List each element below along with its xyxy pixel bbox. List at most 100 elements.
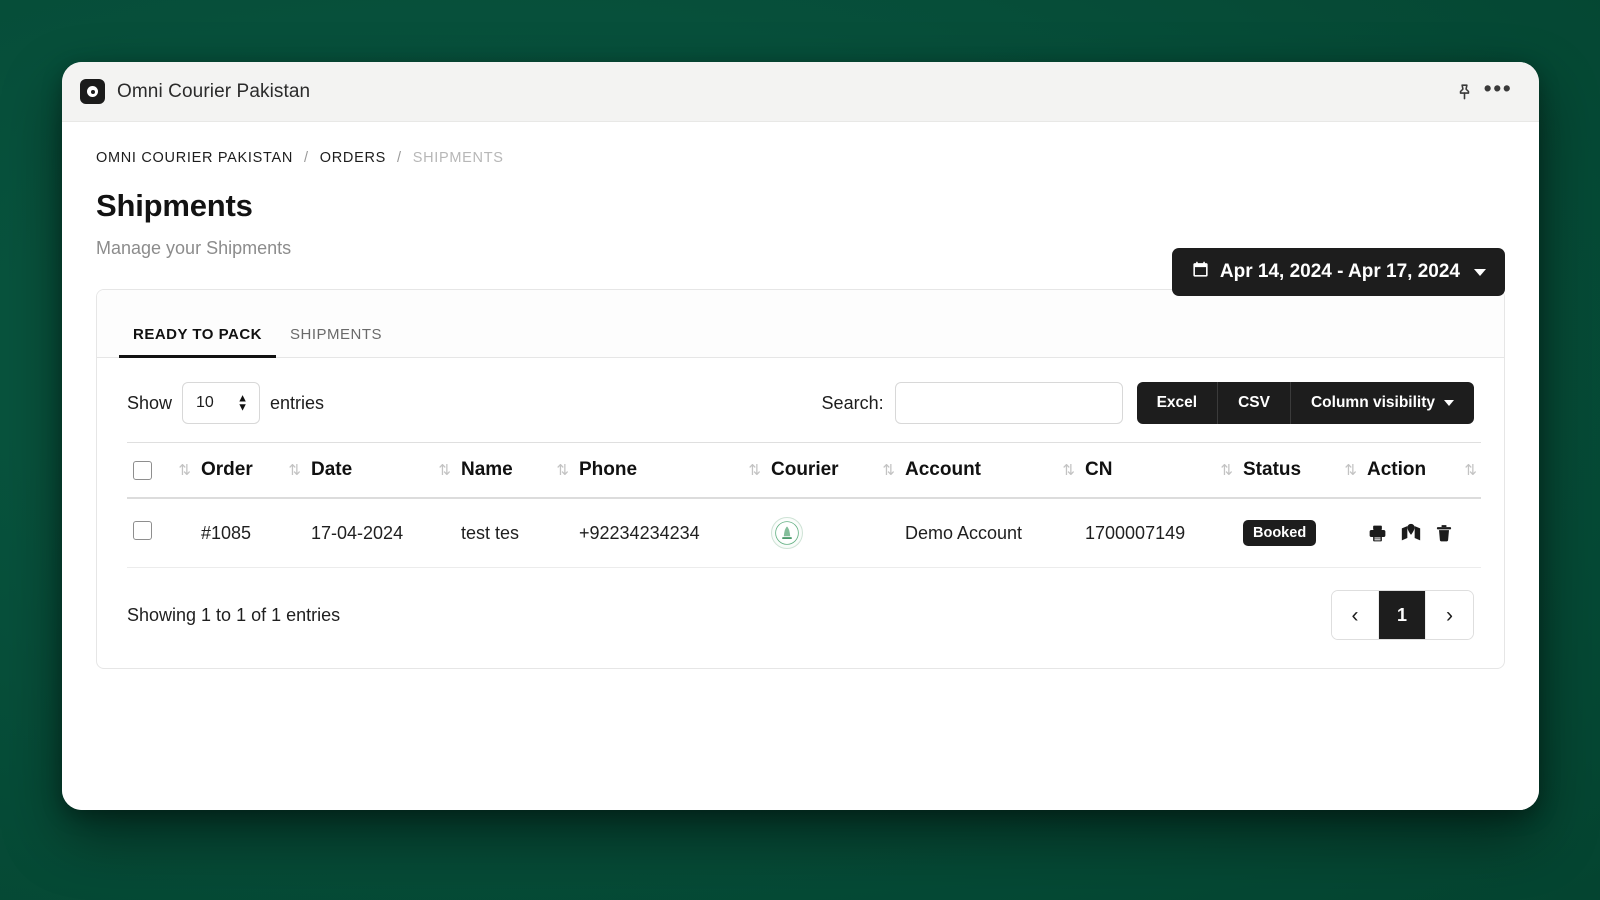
col-status[interactable]: Status ⇅ bbox=[1237, 443, 1361, 499]
status-badge: Booked bbox=[1243, 520, 1316, 546]
shipments-card: READY TO PACK SHIPMENTS Show 10 ▲▼ entri… bbox=[96, 289, 1505, 669]
sort-icon[interactable]: ⇅ bbox=[556, 461, 567, 479]
breadcrumb-separator: / bbox=[304, 150, 309, 166]
table-controls: Show 10 ▲▼ entries Search: bbox=[127, 382, 1474, 424]
col-status-label: Status bbox=[1243, 459, 1301, 481]
cell-courier bbox=[765, 498, 899, 568]
courier-logo-icon bbox=[771, 517, 803, 549]
print-icon[interactable] bbox=[1367, 523, 1388, 544]
csv-export-label: CSV bbox=[1238, 394, 1270, 412]
table-header-row: ⇅ Order ⇅ Date bbox=[127, 443, 1481, 499]
table-footer: Showing 1 to 1 of 1 entries ‹ 1 › bbox=[127, 590, 1474, 640]
pagination-prev-button[interactable]: ‹ bbox=[1332, 591, 1379, 639]
cell-name: test tes bbox=[455, 498, 573, 568]
stepper-icon: ▲▼ bbox=[237, 395, 248, 410]
csv-export-button[interactable]: CSV bbox=[1218, 382, 1291, 424]
delete-icon[interactable] bbox=[1434, 523, 1454, 543]
search-input[interactable] bbox=[895, 382, 1123, 424]
table-head: ⇅ Order ⇅ Date bbox=[127, 443, 1481, 499]
table-row[interactable]: #1085 17-04-2024 test tes +92234234234 bbox=[127, 498, 1481, 568]
col-account[interactable]: Account ⇅ bbox=[899, 443, 1079, 499]
col-order-label: Order bbox=[201, 459, 253, 481]
col-name[interactable]: Name ⇅ bbox=[455, 443, 573, 499]
search-label: Search: bbox=[822, 393, 884, 414]
sort-icon[interactable]: ⇅ bbox=[178, 461, 189, 479]
map-icon[interactable] bbox=[1400, 522, 1422, 544]
col-date[interactable]: Date ⇅ bbox=[305, 443, 455, 499]
excel-export-button[interactable]: Excel bbox=[1137, 382, 1219, 424]
breadcrumb-item-shipments: SHIPMENTS bbox=[413, 150, 504, 166]
col-cn[interactable]: CN ⇅ bbox=[1079, 443, 1237, 499]
cell-date: 17-04-2024 bbox=[305, 498, 455, 568]
cell-account: Demo Account bbox=[899, 498, 1079, 568]
tab-bar: READY TO PACK SHIPMENTS bbox=[97, 290, 1504, 358]
shipments-table: ⇅ Order ⇅ Date bbox=[127, 442, 1481, 568]
pagination-next-button[interactable]: › bbox=[1426, 591, 1473, 639]
col-order[interactable]: Order ⇅ bbox=[195, 443, 305, 499]
column-visibility-label: Column visibility bbox=[1311, 394, 1435, 412]
col-courier[interactable]: Courier ⇅ bbox=[765, 443, 899, 499]
col-account-label: Account bbox=[905, 459, 981, 481]
cell-action bbox=[1361, 498, 1481, 568]
table-body: #1085 17-04-2024 test tes +92234234234 bbox=[127, 498, 1481, 568]
select-all-checkbox[interactable] bbox=[133, 461, 152, 480]
breadcrumb-item-omni-courier-pakistan[interactable]: OMNI COURIER PAKISTAN bbox=[96, 150, 293, 166]
col-cn-label: CN bbox=[1085, 459, 1112, 481]
card-body: Show 10 ▲▼ entries Search: bbox=[97, 358, 1504, 668]
chevron-down-icon bbox=[1444, 400, 1454, 406]
sort-icon[interactable]: ⇅ bbox=[1062, 461, 1073, 479]
breadcrumb-separator: / bbox=[397, 150, 402, 166]
sort-icon[interactable]: ⇅ bbox=[882, 461, 893, 479]
row-actions bbox=[1367, 522, 1475, 544]
cell-status: Booked bbox=[1237, 498, 1361, 568]
page-length-control: Show 10 ▲▼ entries bbox=[127, 382, 324, 424]
col-phone[interactable]: Phone ⇅ bbox=[573, 443, 765, 499]
cell-order: #1085 bbox=[195, 498, 305, 568]
cell-select bbox=[127, 498, 195, 568]
date-range-label: Apr 14, 2024 - Apr 17, 2024 bbox=[1220, 261, 1460, 283]
date-range-picker[interactable]: Apr 14, 2024 - Apr 17, 2024 bbox=[1172, 248, 1505, 296]
tab-ready-to-pack[interactable]: READY TO PACK bbox=[119, 326, 276, 357]
omni-logo-icon bbox=[80, 79, 105, 104]
col-action[interactable]: Action ⇅ bbox=[1361, 443, 1481, 499]
sort-icon[interactable]: ⇅ bbox=[748, 461, 759, 479]
sort-icon[interactable]: ⇅ bbox=[438, 461, 449, 479]
app-title: Omni Courier Pakistan bbox=[117, 81, 310, 103]
app-window: Omni Courier Pakistan ••• OMNI COURIER P… bbox=[62, 62, 1539, 810]
chevron-down-icon bbox=[1474, 269, 1486, 276]
page-title: Shipments bbox=[96, 188, 1505, 224]
more-options-icon[interactable]: ••• bbox=[1481, 75, 1515, 109]
column-visibility-button[interactable]: Column visibility bbox=[1291, 382, 1474, 424]
col-name-label: Name bbox=[461, 459, 513, 481]
breadcrumb: OMNI COURIER PAKISTAN / ORDERS / SHIPMEN… bbox=[96, 150, 1505, 166]
tab-shipments[interactable]: SHIPMENTS bbox=[276, 326, 396, 357]
page-length-select[interactable]: 10 ▲▼ bbox=[182, 382, 260, 424]
sort-icon[interactable]: ⇅ bbox=[1464, 461, 1475, 479]
pagination: ‹ 1 › bbox=[1331, 590, 1474, 640]
pin-icon[interactable] bbox=[1447, 75, 1481, 109]
row-select-checkbox[interactable] bbox=[133, 521, 152, 540]
sort-icon[interactable]: ⇅ bbox=[288, 461, 299, 479]
page-content: OMNI COURIER PAKISTAN / ORDERS / SHIPMEN… bbox=[62, 122, 1539, 810]
pagination-page-1[interactable]: 1 bbox=[1379, 591, 1426, 639]
page-length-value: 10 bbox=[196, 394, 214, 412]
sort-icon[interactable]: ⇅ bbox=[1220, 461, 1231, 479]
chevron-left-icon: ‹ bbox=[1352, 605, 1359, 626]
calendar-icon bbox=[1191, 260, 1210, 285]
col-phone-label: Phone bbox=[579, 459, 637, 481]
chevron-right-icon: › bbox=[1446, 605, 1453, 626]
breadcrumb-item-orders[interactable]: ORDERS bbox=[320, 150, 386, 166]
excel-export-label: Excel bbox=[1157, 394, 1198, 412]
col-courier-label: Courier bbox=[771, 459, 839, 481]
window-titlebar: Omni Courier Pakistan ••• bbox=[62, 62, 1539, 122]
cell-phone: +92234234234 bbox=[573, 498, 765, 568]
search-control: Search: bbox=[822, 382, 1123, 424]
table-controls-right: Search: Excel CSV Column visibility bbox=[822, 382, 1474, 424]
col-date-label: Date bbox=[311, 459, 352, 481]
show-label: Show bbox=[127, 393, 172, 414]
showing-entries-text: Showing 1 to 1 of 1 entries bbox=[127, 605, 340, 626]
entries-label: entries bbox=[270, 393, 324, 414]
sort-icon[interactable]: ⇅ bbox=[1344, 461, 1355, 479]
export-button-group: Excel CSV Column visibility bbox=[1137, 382, 1474, 424]
col-select-all: ⇅ bbox=[127, 443, 195, 499]
